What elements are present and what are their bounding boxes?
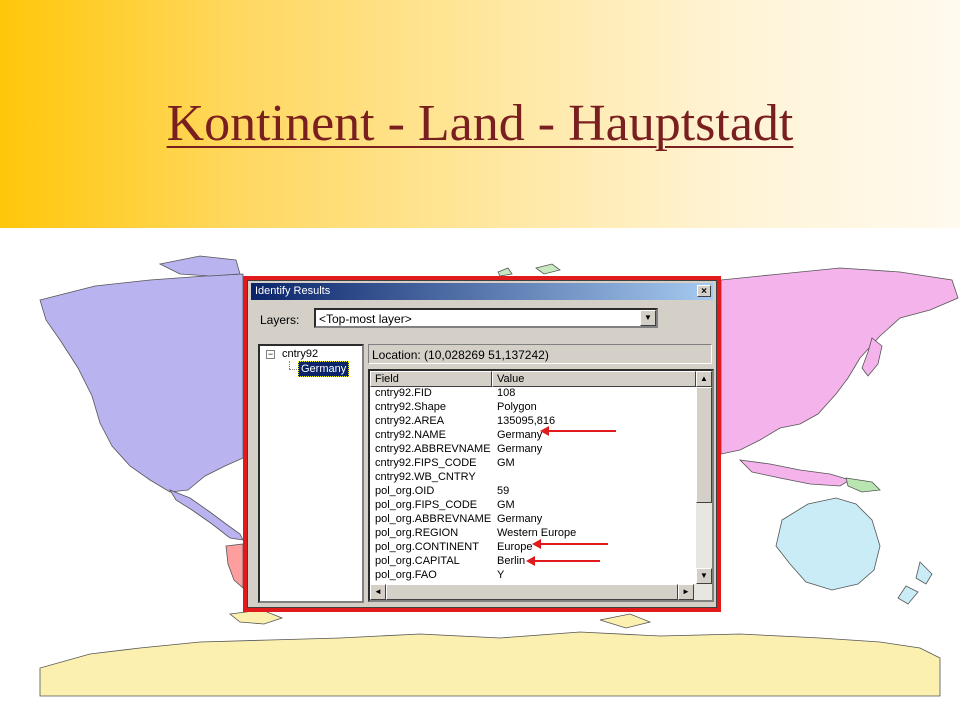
table-row[interactable]: pol_org.FAO Y [370,569,696,583]
scroll-down-icon: ▼ [700,571,708,580]
value-cell: Germany [497,513,543,525]
dialog-titlebar[interactable]: Identify Results × [251,283,713,300]
horizontal-scrollbar[interactable]: ◄ ► [370,584,712,600]
column-header-value[interactable]: Value [492,371,696,387]
tree-connector [289,361,290,369]
north-america-landmass [39,273,244,493]
indonesia-landmass [738,459,851,487]
field-cell: pol_org.FAO [375,569,437,581]
field-cell: cntry92.ABBREVNAME [375,443,491,455]
vertical-scroll-thumb[interactable] [696,387,712,503]
scroll-right-icon: ► [682,587,690,596]
australia-landmass [775,497,881,591]
vertical-scrollbar[interactable]: ▲ ▼ [696,371,712,584]
dialog-title: Identify Results [255,285,331,297]
table-row[interactable]: pol_org.OID 59 [370,485,696,499]
table-row[interactable]: cntry92.Shape Polygon [370,401,696,415]
field-cell: pol_org.OID [375,485,435,497]
scroll-up-icon: ▲ [700,374,708,383]
greenland-landmass [158,255,241,277]
papua-landmass [845,477,881,493]
table-row[interactable]: cntry92.FID 108 [370,387,696,401]
new-zealand-landmass [897,561,933,605]
value-cell: Europe [497,541,533,553]
collapse-toggle-icon[interactable]: − [266,350,275,359]
tree-connector [289,369,297,370]
location-text: Location: (10,028269 51,137242) [372,348,549,362]
value-cell: Polygon [497,401,537,413]
scroll-left-icon: ◄ [374,587,382,596]
value-cell: Germany [497,443,543,455]
close-button[interactable]: × [697,285,711,297]
column-header-field[interactable]: Field [370,371,492,387]
table-row[interactable]: pol_org.ABBREVNAME Germany [370,513,696,527]
tree-root-cntry92[interactable]: cntry92 [282,348,318,360]
location-readout: Location: (10,028269 51,137242) [368,344,712,364]
field-cell: cntry92.FID [375,387,432,399]
dropdown-button[interactable]: ▼ [640,310,656,326]
table-row[interactable]: cntry92.AREA 135095,816 [370,415,696,429]
field-cell: cntry92.WB_CNTRY [375,471,476,483]
close-icon: × [701,286,707,297]
arctic-islands [497,263,561,277]
central-america-landmass [169,489,244,541]
horizontal-scroll-thumb[interactable] [386,584,678,600]
value-cell: GM [497,499,515,511]
layers-label: Layers: [260,313,300,327]
value-cell: Berlin [497,555,526,567]
south-america-landmass [225,543,244,589]
field-cell: pol_org.FIPS_CODE [375,499,478,511]
field-cell: pol_org.CAPITAL [375,555,460,567]
value-cell: 59 [497,485,510,497]
value-cell: Western Europe [497,527,577,539]
field-cell: cntry92.Shape [375,401,446,413]
scroll-up-button[interactable]: ▲ [696,371,712,387]
field-cell: cntry92.FIPS_CODE [375,457,477,469]
value-cell: 108 [497,387,516,399]
value-cell: Germany [497,429,543,441]
table-row[interactable]: cntry92.FIPS_CODE GM [370,457,696,471]
arrow-capital-pointer [526,556,600,566]
value-cell: Y [497,569,505,581]
identify-results-dialog: Identify Results × Layers: <Top-most lay… [247,280,717,608]
field-cell: pol_org.CONTINENT [375,541,479,553]
field-cell: pol_org.REGION [375,527,459,539]
field-cell: cntry92.AREA [375,415,445,427]
table-row[interactable]: cntry92.ABBREVNAME Germany [370,443,696,457]
scroll-left-button[interactable]: ◄ [370,584,386,600]
table-row[interactable]: cntry92.NAME Germany [370,429,696,443]
field-cell: cntry92.NAME [375,429,446,441]
table-row[interactable]: cntry92.WB_CNTRY [370,471,696,485]
field-cell: pol_org.ABBREVNAME [375,513,492,525]
asia-landmass [720,267,959,455]
antarctica-landmass [39,631,941,697]
scroll-right-button[interactable]: ► [678,584,694,600]
chevron-down-icon: ▼ [644,313,652,322]
value-cell: GM [497,457,515,469]
arrow-name-pointer [540,426,616,436]
layers-selected-value: <Top-most layer> [319,312,412,326]
layers-dropdown[interactable]: <Top-most layer> ▼ [314,308,658,328]
results-table: Field Value cntry92.FID 108 cntry92.Shape P… [368,369,714,602]
arrow-continent-pointer [532,539,608,549]
antarctica-shelf [229,609,652,629]
layer-tree: − cntry92 Germany [258,344,364,603]
slide-title: Kontinent - Land - Hauptstadt [166,95,794,152]
scroll-down-button[interactable]: ▼ [696,568,712,584]
table-row[interactable]: pol_org.FIPS_CODE GM [370,499,696,513]
tree-item-germany[interactable]: Germany [298,361,350,377]
